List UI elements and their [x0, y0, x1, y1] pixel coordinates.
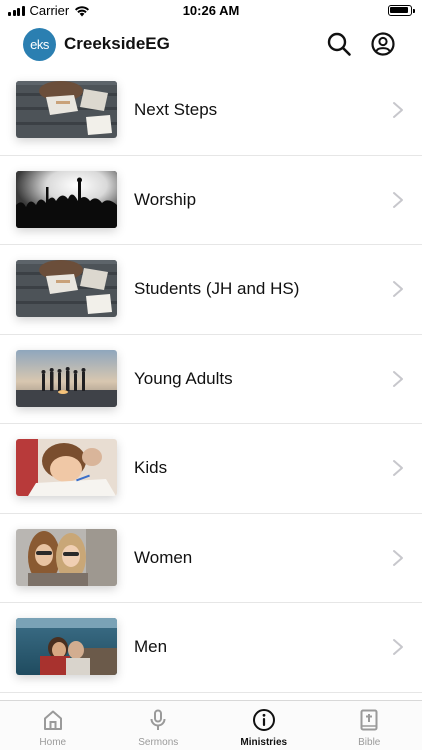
ministry-row-next-steps[interactable]: Next Steps [0, 66, 422, 156]
ministry-row-men[interactable]: Men [0, 603, 422, 693]
app-header: eks CreeksideEG [0, 22, 422, 66]
tab-label: Sermons [138, 737, 179, 748]
chevron-right-icon [393, 370, 403, 387]
tab-home[interactable]: Home [0, 701, 106, 750]
tab-label: Bible [358, 737, 381, 748]
chevron-right-icon [393, 102, 403, 118]
two-women-selfie-photo [16, 528, 117, 586]
ministry-row-young-adults[interactable]: Young Adults [0, 335, 422, 424]
search-icon[interactable] [326, 31, 352, 57]
ministry-label: Students (JH and HS) [134, 279, 300, 298]
ministry-label: Kids [134, 458, 168, 477]
ministry-row-worship[interactable]: Worship [0, 156, 422, 245]
battery-icon [388, 5, 415, 16]
ministry-label: Young Adults [134, 368, 233, 388]
chevron-right-icon [393, 191, 403, 208]
app-title: CreeksideEG [64, 34, 170, 53]
chevron-right-icon [393, 460, 403, 476]
ministry-label: Men [134, 637, 168, 656]
microphone-icon [150, 709, 166, 730]
chevron-right-icon [393, 639, 403, 655]
ministry-row-kids[interactable]: Kids [0, 424, 422, 514]
ministry-label: Next Steps [134, 100, 218, 119]
ministry-label: Worship [134, 189, 197, 209]
tab-ministries[interactable]: Ministries [211, 701, 317, 750]
chevron-right-icon [393, 549, 403, 566]
app-logo[interactable]: eks [23, 28, 56, 61]
chevron-right-icon [393, 281, 403, 297]
ministry-label: Women [134, 547, 193, 567]
ministries-list: Next Steps Worship Students (JH and HS) … [0, 66, 422, 693]
reading-notebooks-photo [16, 260, 117, 317]
beach-sunset-group-photo [16, 349, 117, 407]
home-icon [43, 710, 62, 730]
tab-label: Ministries [240, 737, 288, 748]
tab-bible[interactable]: Bible [317, 701, 422, 750]
status-bar: Carrier 10:26 AM [0, 0, 422, 22]
reading-notebooks-photo [16, 81, 117, 138]
account-icon[interactable] [370, 31, 396, 57]
ministry-row-women[interactable]: Women [0, 514, 422, 603]
child-drawing-photo [16, 439, 117, 496]
concert-crowd-photo [16, 170, 117, 228]
tab-label: Home [39, 737, 67, 748]
info-icon [252, 709, 275, 731]
ministry-row-students[interactable]: Students (JH and HS) [0, 245, 422, 335]
tab-sermons[interactable]: Sermons [106, 701, 212, 750]
bible-icon [360, 709, 378, 731]
tab-bar: Home Sermons Ministries Bible [0, 700, 422, 750]
men-by-sea-photo [16, 618, 117, 675]
status-time: 10:26 AM [182, 3, 240, 18]
